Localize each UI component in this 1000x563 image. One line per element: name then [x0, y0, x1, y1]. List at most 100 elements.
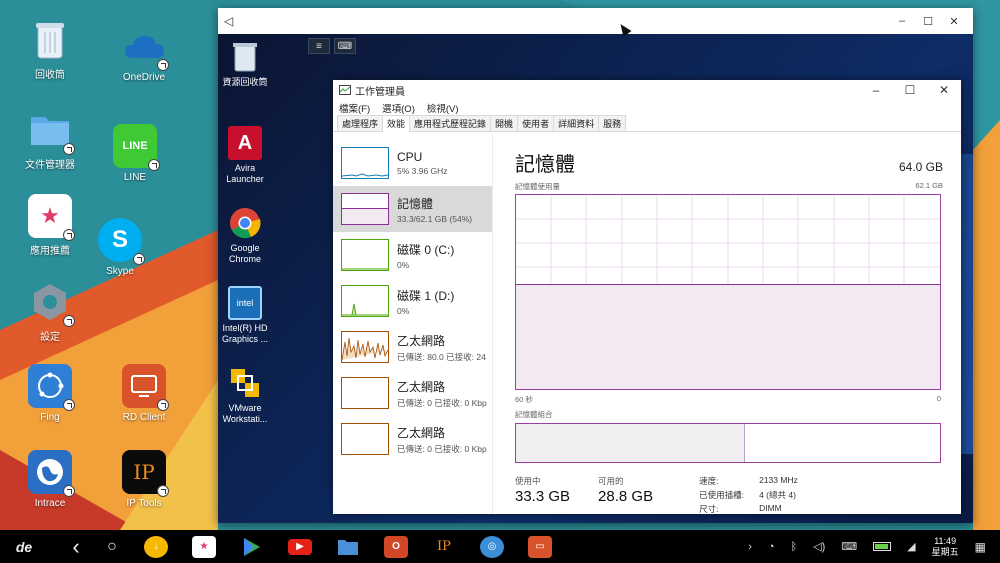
youtube-icon[interactable]: ▶ [288, 538, 312, 555]
resource-name: 磁碟 1 (D:) [397, 288, 455, 303]
menu-bar: 檔案(F) 選項(O) 檢視(V) [333, 100, 961, 116]
desktop-icon-ip-tools[interactable]: IP IP Tools [104, 450, 184, 509]
cast-icon[interactable]: ◢ [907, 540, 915, 553]
win-desktop-icon-chrome[interactable]: Google Chrome [218, 206, 272, 265]
desktop-icon-fing[interactable]: Fing [10, 364, 90, 423]
office-icon[interactable]: O [384, 535, 408, 558]
menu-file[interactable]: 檔案(F) [339, 101, 370, 115]
fing-icon [28, 364, 75, 411]
fing-icon[interactable]: ◎ [480, 535, 504, 558]
store-icon[interactable]: ★ [192, 535, 216, 558]
usage-graph-label: 記憶體使用量 [515, 182, 560, 191]
clock-time: 11:49 [934, 535, 957, 546]
desktop-icon-recycle-bin[interactable]: 回收筒 [10, 18, 90, 81]
desktop-icon-intrace[interactable]: Intrace [10, 450, 90, 509]
win-desktop-icon-vmware[interactable]: VMware Workstati... [218, 366, 272, 425]
resource-subtext: 已傳送: 80.0 已接收: 24 [397, 351, 486, 362]
desktop-icon-label: Fing [40, 412, 60, 423]
memory-heading: 記憶體 [515, 154, 575, 176]
minimize-button[interactable]: – [859, 83, 893, 97]
memory-thumbnail [341, 193, 389, 225]
win-desktop-icon-avira[interactable]: A Avira Launcher [218, 126, 272, 185]
back-icon[interactable]: ◁ [224, 14, 233, 28]
desktop-icon-skype[interactable]: S Skype [80, 218, 160, 277]
usage-graph-max: 62.1 GB [915, 181, 943, 190]
keyboard-icon[interactable]: ⌨ [841, 540, 857, 553]
tab-app-history[interactable]: 應用程式歷程記錄 [409, 115, 492, 131]
keyboard-icon[interactable]: ⌨ [334, 38, 356, 54]
composition-in-use [516, 424, 745, 462]
notification-icon[interactable]: ▦ [975, 540, 986, 554]
memory-stats: 使用中 33.3 GB 可用的 28.8 GB 速度: 2133 MHz 已使用… [515, 475, 943, 515]
expand-icon[interactable]: › [748, 541, 752, 553]
speedometer-icon[interactable]: ◔ [768, 541, 775, 553]
desktop-icon-label: LINE [123, 172, 147, 183]
resource-disk-c[interactable]: 磁碟 0 (C:) 0% [333, 232, 492, 278]
resource-subtext: 0% [397, 305, 410, 316]
minimize-button[interactable]: – [889, 15, 915, 28]
ethernet-thumbnail [341, 377, 389, 409]
recycle-bin-icon [228, 40, 262, 74]
ip-tools-icon: IP [122, 450, 169, 497]
resource-name: 記憶體 [397, 196, 434, 211]
memory-panel: 記憶體 64.0 GB 記憶體使用量 62.1 GB 60 秒 0 記憶體組合 … [515, 134, 943, 514]
home-button[interactable]: ○ [94, 530, 130, 563]
tab-performance[interactable]: 效能 [382, 115, 411, 132]
resource-ethernet-2[interactable]: 乙太網路 已傳送: 0 已接收: 0 Kbp [333, 370, 492, 416]
desktop-icon-onedrive[interactable]: OneDrive [104, 24, 184, 83]
resource-name: 磁碟 0 (C:) [397, 242, 455, 257]
close-button[interactable]: ✕ [927, 83, 961, 97]
tab-details[interactable]: 詳細資料 [553, 115, 600, 131]
desktop-icon-app-recommend[interactable]: ★ 應用推薦 [10, 194, 90, 257]
rd-client-icon [122, 364, 169, 411]
ip-tools-icon[interactable]: IP [432, 536, 456, 558]
rd-client-icon[interactable]: ▭ [528, 535, 552, 558]
remote-window-titlebar[interactable]: ◁ – ☐ ✕ [218, 8, 973, 34]
menu-options[interactable]: 選項(O) [382, 101, 415, 115]
back-button[interactable]: ‹ [58, 530, 94, 563]
task-manager-window[interactable]: 工作管理員 – ☐ ✕ 檔案(F) 選項(O) 檢視(V) 處理程序 效能 應用… [333, 80, 961, 514]
play-store-icon[interactable] [240, 536, 264, 558]
folder-icon[interactable] [336, 536, 360, 558]
resource-ethernet-1[interactable]: 乙太網路 已傳送: 80.0 已接收: 24 [333, 324, 492, 370]
menu-view[interactable]: 檢視(V) [427, 101, 459, 115]
desktop-icon-rd-client[interactable]: RD Client [104, 364, 184, 423]
menu-icon[interactable]: ≡ [308, 38, 330, 54]
desktop-icon-label: 文件管理器 [25, 160, 75, 171]
in-use-label: 使用中 [515, 476, 541, 486]
tab-services[interactable]: 服務 [598, 115, 627, 131]
maximize-button[interactable]: ☐ [893, 83, 927, 97]
launcher-button[interactable]: de [0, 530, 48, 563]
desktop-icon-settings[interactable]: 設定 [10, 280, 90, 343]
task-manager-titlebar[interactable]: 工作管理員 – ☐ ✕ [333, 80, 961, 100]
desktop-icon-file-manager[interactable]: 文件管理器 [10, 108, 90, 171]
download-icon[interactable]: ↓ [144, 535, 168, 558]
desktop-icon-line[interactable]: LINE LINE [95, 124, 175, 183]
resource-ethernet-3[interactable]: 乙太網路 已傳送: 0 已接收: 0 Kbp [333, 416, 492, 462]
volume-icon[interactable]: ◁) [813, 540, 825, 553]
maximize-button[interactable]: ☐ [915, 15, 941, 28]
resource-cpu[interactable]: CPU 5% 3.96 GHz [333, 140, 492, 186]
detail-value: 4 (總共 4) [759, 490, 796, 500]
tab-users[interactable]: 使用者 [517, 115, 555, 131]
memory-capacity: 64.0 GB [898, 160, 943, 174]
resource-name: CPU [397, 150, 423, 164]
close-button[interactable]: ✕ [941, 15, 967, 28]
recycle-bin-icon [28, 18, 72, 62]
disk-thumbnail [341, 239, 389, 271]
vmware-icon [228, 366, 262, 400]
resource-disk-d[interactable]: 磁碟 1 (D:) 0% [333, 278, 492, 324]
status-area: › ◔ ᛒ ◁) ⌨ ◢ 11:49 星期五 ▦ [748, 536, 1000, 558]
battery-icon [873, 542, 892, 551]
resource-memory[interactable]: 記憶體 33.3/62.1 GB (54%) [333, 186, 492, 232]
bluetooth-icon[interactable]: ᛒ [791, 541, 798, 553]
win-desktop-icon-label: VMware Workstati... [222, 403, 268, 424]
clock[interactable]: 11:49 星期五 [932, 536, 959, 558]
win-desktop-icon-recycle-bin[interactable]: 資源回收筒 [218, 40, 272, 88]
tab-startup[interactable]: 開機 [490, 115, 519, 131]
tab-processes[interactable]: 處理程序 [337, 115, 384, 131]
memory-composition-bar [515, 423, 941, 463]
win-desktop-icon-label: Google Chrome [228, 243, 261, 264]
clock-day: 星期五 [931, 546, 959, 557]
win-desktop-icon-intel[interactable]: intel Intel(R) HD Graphics ... [218, 286, 272, 345]
